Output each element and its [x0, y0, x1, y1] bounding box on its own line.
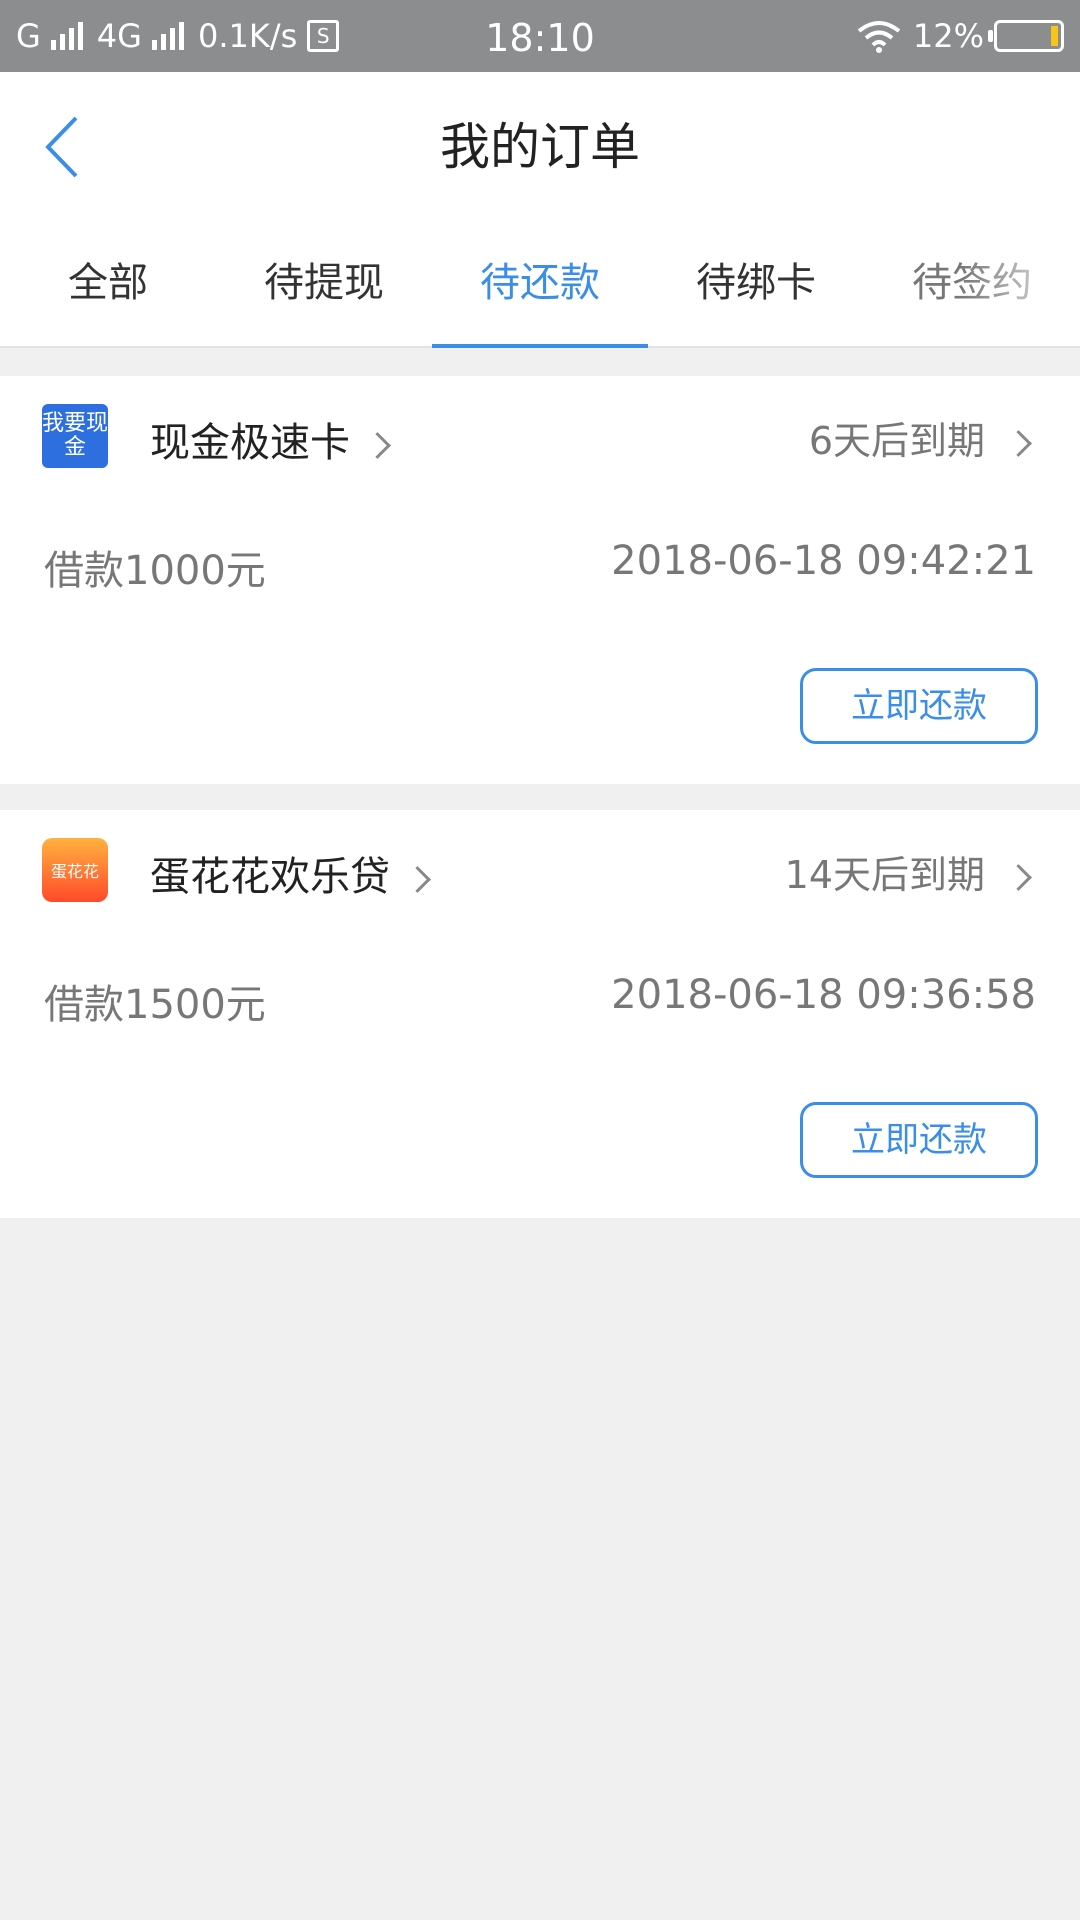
chevron-right-icon [404, 865, 431, 893]
loan-amount: 借款1500元 [44, 982, 266, 1028]
product-name-link[interactable]: 蛋花花欢乐贷 [150, 844, 431, 902]
repay-now-button[interactable]: 立即还款 [800, 668, 1038, 744]
battery-percent: 12% [912, 17, 984, 55]
status-bar: G 4G 0.1K/s S 18:10 12% [0, 0, 1080, 72]
order-tabs: 全部 待提现 待还款 待绑卡 待签约 [0, 222, 1080, 348]
app-header: 我的订单 [0, 72, 1080, 222]
wifi-icon [857, 21, 901, 53]
order-card: 蛋花花 蛋花花欢乐贷 14天后到期 借款1500元 2018-06-18 09:… [0, 810, 1080, 1218]
order-card: 我要现金 现金极速卡 6天后到期 借款1000元 2018-06-18 09:4… [0, 376, 1080, 784]
repay-now-button[interactable]: 立即还款 [800, 1102, 1038, 1178]
due-link[interactable]: 6天后到期 [808, 410, 1032, 465]
status-bar-right: 12% [857, 0, 1064, 72]
tabs-fade-overlay [960, 222, 1080, 346]
chevron-right-icon [364, 431, 391, 459]
due-text: 6天后到期 [808, 419, 985, 463]
tab-pending-repay[interactable]: 待还款 [432, 222, 648, 348]
tab-pending-withdraw[interactable]: 待提现 [216, 222, 432, 346]
order-datetime: 2018-06-18 09:42:21 [611, 538, 1036, 584]
due-link[interactable]: 14天后到期 [784, 844, 1032, 899]
product-logo: 蛋花花 [42, 838, 108, 902]
product-logo: 我要现金 [42, 404, 108, 468]
battery-icon [988, 20, 1064, 52]
product-name-link[interactable]: 现金极速卡 [150, 410, 391, 468]
loan-amount: 借款1000元 [44, 548, 266, 594]
product-name: 蛋花花欢乐贷 [150, 854, 390, 900]
order-datetime: 2018-06-18 09:36:58 [611, 972, 1036, 1018]
page-title: 我的订单 [440, 118, 640, 176]
product-name: 现金极速卡 [150, 420, 350, 466]
chevron-right-icon [1005, 430, 1032, 457]
tab-all[interactable]: 全部 [0, 222, 216, 346]
due-text: 14天后到期 [784, 853, 985, 897]
chevron-right-icon [1005, 864, 1032, 891]
tab-pending-bind-card[interactable]: 待绑卡 [648, 222, 864, 346]
